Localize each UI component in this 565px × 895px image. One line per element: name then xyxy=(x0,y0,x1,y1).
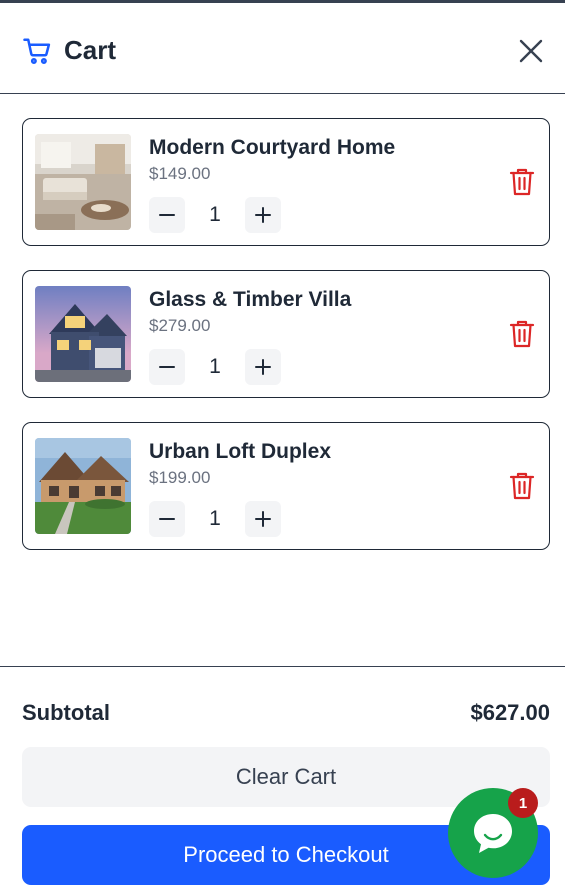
trash-icon[interactable] xyxy=(509,167,535,197)
minus-icon xyxy=(159,518,175,520)
increase-quantity-button[interactable] xyxy=(245,197,281,233)
quantity-value: 1 xyxy=(209,507,221,530)
quantity-value: 1 xyxy=(209,355,221,378)
cart-item: Modern Courtyard Home $149.00 1 xyxy=(22,118,550,246)
cart-header: Cart xyxy=(0,3,565,94)
item-price: $279.00 xyxy=(149,316,211,335)
plus-icon xyxy=(255,207,271,223)
item-price: $199.00 xyxy=(149,468,211,487)
cart-item: Glass & Timber Villa $279.00 1 xyxy=(22,270,550,398)
item-price: $149.00 xyxy=(149,164,211,183)
cart-icon xyxy=(23,38,51,65)
decrease-quantity-button[interactable] xyxy=(149,501,185,537)
item-name: Modern Courtyard Home xyxy=(149,136,396,159)
plus-icon xyxy=(255,359,271,375)
plus-icon xyxy=(255,511,271,527)
minus-icon xyxy=(159,366,175,368)
decrease-quantity-button[interactable] xyxy=(149,197,185,233)
notification-badge: 1 xyxy=(508,788,538,818)
minus-icon xyxy=(159,214,175,216)
item-image-interior xyxy=(35,134,131,230)
item-name: Glass & Timber Villa xyxy=(149,288,352,311)
subtotal-value: $627.00 xyxy=(470,700,550,725)
close-icon[interactable] xyxy=(516,36,546,66)
subtotal-label: Subtotal xyxy=(22,700,110,725)
chat-icon xyxy=(474,814,512,853)
increase-quantity-button[interactable] xyxy=(245,501,281,537)
cart-items-list: Modern Courtyard Home $149.00 1 Glass & … xyxy=(22,118,550,574)
decrease-quantity-button[interactable] xyxy=(149,349,185,385)
item-image-house-dusk xyxy=(35,286,131,382)
cart-item: Urban Loft Duplex $199.00 1 xyxy=(22,422,550,550)
item-name: Urban Loft Duplex xyxy=(149,440,331,463)
increase-quantity-button[interactable] xyxy=(245,349,281,385)
quantity-value: 1 xyxy=(209,203,221,226)
page-title: Cart xyxy=(64,35,117,65)
trash-icon[interactable] xyxy=(509,471,535,501)
trash-icon[interactable] xyxy=(509,319,535,349)
item-image-stone-house xyxy=(35,438,131,534)
